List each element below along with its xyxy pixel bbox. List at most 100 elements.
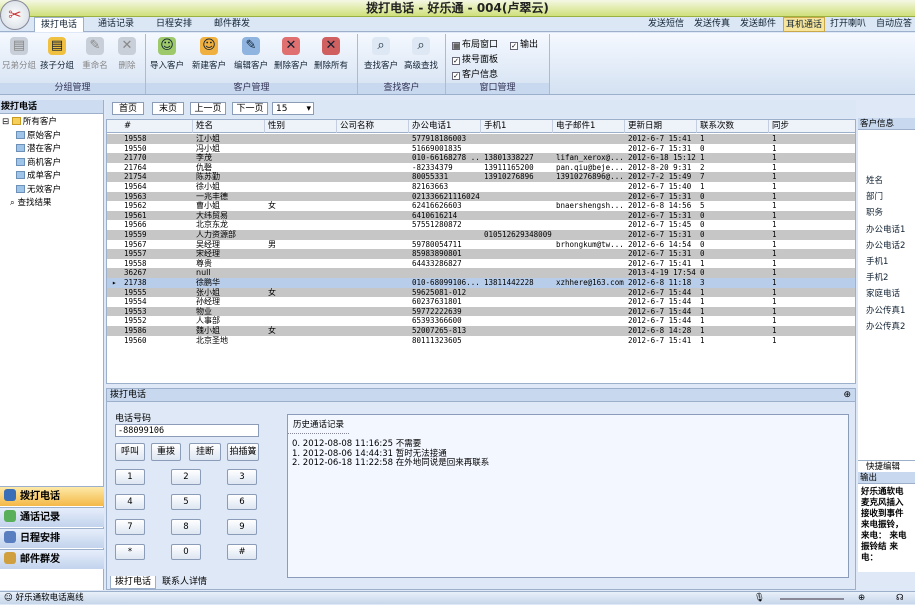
edit-customer-button[interactable]: ✎ 编辑客户 bbox=[234, 37, 268, 71]
table-row[interactable]: ▸ 21738 徐鹏华 010-68099106... 13811442228 xzhhe… bbox=[107, 278, 855, 288]
table-row[interactable]: 19564 徐小姐 82163663 2012-6-7 15:40 1 1 bbox=[107, 182, 855, 192]
tree-item-all[interactable]: ⊟ 所有客户 bbox=[2, 116, 103, 130]
table-row[interactable]: 19560 北京圣地 80111323605 2012-6-7 15:41 1 1 bbox=[107, 336, 855, 346]
table-row[interactable]: 19553 物业 59772222639 2012-6-7 15:44 1 1 bbox=[107, 306, 855, 317]
tab-call-records[interactable]: 通话记录 bbox=[92, 17, 140, 32]
advanced-find-button[interactable]: ⌕ 高级查找 bbox=[404, 37, 438, 71]
keypad-key[interactable]: * bbox=[115, 544, 145, 560]
new-customer-button[interactable]: ☺ 新建客户 bbox=[192, 37, 226, 71]
column-header[interactable]: # bbox=[121, 120, 193, 133]
last-page-button[interactable]: 末页 bbox=[152, 102, 184, 115]
delete-group-button[interactable]: ✕ 删除 bbox=[110, 37, 144, 71]
next-page-button[interactable]: 下一页 bbox=[232, 102, 268, 115]
table-row[interactable]: 19586 魏小姐 女 52007265-813 2012-6-8 14:28 1 1 bbox=[107, 326, 855, 336]
keypad-key[interactable]: 8 bbox=[171, 519, 201, 535]
nav-mass-mail[interactable]: 邮件群发 bbox=[0, 549, 104, 569]
keypad-key[interactable]: 5 bbox=[171, 494, 201, 510]
table-row[interactable]: 21754 陈苏勤 80055331 13910276896 13910276896@.… bbox=[107, 172, 855, 182]
layout-window-button[interactable]: ▦ 布局窗口 bbox=[452, 37, 498, 50]
column-header[interactable]: 公司名称 bbox=[337, 120, 409, 133]
table-row[interactable]: 21770 李茂 010-66168278 ... 13801338227 lifan_… bbox=[107, 153, 855, 163]
output-checkbox[interactable]: ✓ 输出 bbox=[510, 37, 538, 50]
keypad-key[interactable]: 7 bbox=[115, 519, 145, 535]
tab-schedule[interactable]: 日程安排 bbox=[150, 17, 198, 32]
nav-call-records[interactable]: 通话记录 bbox=[0, 507, 104, 527]
column-header[interactable]: 电子邮件1 bbox=[553, 120, 625, 133]
keypad-key[interactable]: 2 bbox=[171, 469, 201, 485]
tree-item-closed[interactable]: 成单客户 bbox=[2, 170, 103, 184]
keypad-key[interactable]: # bbox=[227, 544, 257, 560]
microphone-icon[interactable]: 🎙 bbox=[754, 592, 765, 605]
table-row[interactable]: 19561 大纬贸易 6410616214 2012-6-7 15:31 0 1 bbox=[107, 210, 855, 221]
column-header[interactable]: 更新日期 bbox=[625, 120, 697, 133]
tab-dial-bottom[interactable]: 拨打电话 bbox=[110, 576, 157, 589]
rename-button[interactable]: ✎ 重命名 bbox=[78, 37, 112, 71]
tab-dial[interactable]: 拨打电话 bbox=[34, 17, 85, 32]
column-header[interactable]: 手机1 bbox=[481, 120, 553, 133]
keypad-key[interactable]: 9 bbox=[227, 519, 257, 535]
table-row[interactable]: 19559 人力资源部 010512629348009 2012-6-7 15:31 0… bbox=[107, 230, 855, 240]
tab-contact-details[interactable]: 联系人详情 bbox=[158, 576, 211, 589]
send-mail-link[interactable]: 发送邮件 bbox=[740, 17, 776, 32]
delete-all-button[interactable]: ✕ 删除所有 bbox=[314, 37, 348, 71]
nav-dial[interactable]: 拨打电话 bbox=[0, 486, 104, 506]
speaker-icon[interactable]: ⊕ bbox=[858, 592, 865, 605]
table-row[interactable]: 19555 张小姐 女 59625081-012 2012-6-7 15:44 1 1 bbox=[107, 287, 855, 298]
tree-item-opportunity[interactable]: 商机客户 bbox=[2, 157, 103, 171]
send-sms-link[interactable]: 发送短信 bbox=[648, 17, 684, 32]
call-button[interactable]: 呼叫 bbox=[115, 443, 145, 461]
tree-item-invalid[interactable]: 无效客户 bbox=[2, 184, 103, 198]
column-header[interactable]: 性别 bbox=[265, 120, 337, 133]
table-row[interactable]: 19563 一兆丰德 021336621116024 2012-6-7 15:31 0 1 bbox=[107, 191, 855, 202]
folder-add-icon: ▤ bbox=[48, 37, 66, 55]
table-row[interactable]: 36267 null 2013-4-19 17:54 0 1 bbox=[107, 268, 855, 278]
sibling-group-button[interactable]: ▤ 兄弟分组 bbox=[2, 37, 36, 71]
tree-item-original[interactable]: 原始客户 bbox=[2, 130, 103, 144]
headphone-icon[interactable]: ☊ bbox=[896, 592, 904, 605]
table-row[interactable]: 19558 尊贵 64433286827 2012-6-7 15:41 1 1 bbox=[107, 259, 855, 269]
nav-schedule[interactable]: 日程安排 bbox=[0, 528, 104, 548]
column-header[interactable]: 办公电话1 bbox=[409, 120, 481, 133]
send-fax-link[interactable]: 发送传真 bbox=[694, 17, 730, 32]
tree-item-search-results[interactable]: ⌕ 查找结果 bbox=[2, 197, 103, 211]
customer-info-checkbox[interactable]: ✓ 客户信息 bbox=[452, 67, 498, 80]
tree-item-potential[interactable]: 潜在客户 bbox=[2, 143, 103, 157]
phone-number-input[interactable]: -88099106 bbox=[115, 424, 259, 437]
table-row[interactable]: 19566 北京东龙 57551280872 2012-6-7 15:45 0 1 bbox=[107, 220, 855, 230]
table-row[interactable]: 21764 仇磬 -82334379 13911165200 pan.qiu@beje.… bbox=[107, 163, 855, 173]
redial-button[interactable]: 重拨 bbox=[151, 443, 181, 461]
hangup-button[interactable]: 挂断 bbox=[189, 443, 221, 461]
tab-mass-mail[interactable]: 邮件群发 bbox=[208, 17, 256, 32]
child-group-button[interactable]: ▤ 孩子分组 bbox=[40, 37, 74, 71]
delete-customer-button[interactable]: ✕ 删除客户 bbox=[274, 37, 308, 71]
column-header[interactable]: 联系次数 bbox=[697, 120, 769, 133]
column-header[interactable]: 同步 bbox=[769, 120, 855, 133]
prev-page-button[interactable]: 上一页 bbox=[190, 102, 226, 115]
app-logo-icon[interactable]: ✂ bbox=[0, 0, 30, 30]
find-customer-button[interactable]: ⌕ 查找客户 bbox=[364, 37, 398, 71]
table-row[interactable]: 19567 吴经理 男 59780054711 brhongkum@tw... 2012-… bbox=[107, 240, 855, 250]
keypad-key[interactable]: 1 bbox=[115, 469, 145, 485]
keypad-key[interactable]: 6 bbox=[227, 494, 257, 510]
pin-icon[interactable]: ⊕ bbox=[843, 389, 851, 402]
dial-panel-checkbox[interactable]: ✓ 拨号面板 bbox=[452, 52, 498, 65]
keypad-key[interactable]: 3 bbox=[227, 469, 257, 485]
open-speaker-link[interactable]: 打开喇叭 bbox=[830, 17, 866, 32]
quick-edit-tab[interactable]: 快捷编辑 bbox=[858, 460, 915, 472]
keypad-key[interactable]: 4 bbox=[115, 494, 145, 510]
table-row[interactable]: 19554 孙经理 60237631801 2012-6-7 15:44 1 1 bbox=[107, 297, 855, 307]
import-customer-button[interactable]: ☺ 导入客户 bbox=[150, 37, 184, 71]
table-row[interactable]: 19557 宋经理 85983890801 2012-6-7 15:31 0 1 bbox=[107, 249, 855, 259]
page-size-select[interactable]: 15 ▾ bbox=[272, 102, 314, 115]
table-row[interactable]: 19550 冯小姐 51669001835 2012-6-7 15:31 0 1 bbox=[107, 144, 855, 154]
headset-call-link[interactable]: 耳机通话 bbox=[783, 17, 826, 32]
flash-hook-button[interactable]: 拍插簧 bbox=[227, 443, 259, 461]
first-page-button[interactable]: 首页 bbox=[112, 102, 144, 115]
column-header[interactable]: 姓名 bbox=[193, 120, 265, 133]
volume-slider[interactable] bbox=[780, 598, 844, 600]
table-row[interactable]: 19558 江小姐 57791818600З 2012-6-7 15:41 1 1 bbox=[107, 134, 855, 144]
keypad-key[interactable]: 0 bbox=[171, 544, 201, 560]
table-row[interactable]: 19562 曹小姐 女 62416626603 bnaershengsh... 2012-… bbox=[107, 201, 855, 211]
table-row[interactable]: 19552 人事部 65393366600 2012-6-7 15:44 1 1 bbox=[107, 316, 855, 326]
auto-answer-link[interactable]: 自动应答 bbox=[876, 17, 912, 32]
